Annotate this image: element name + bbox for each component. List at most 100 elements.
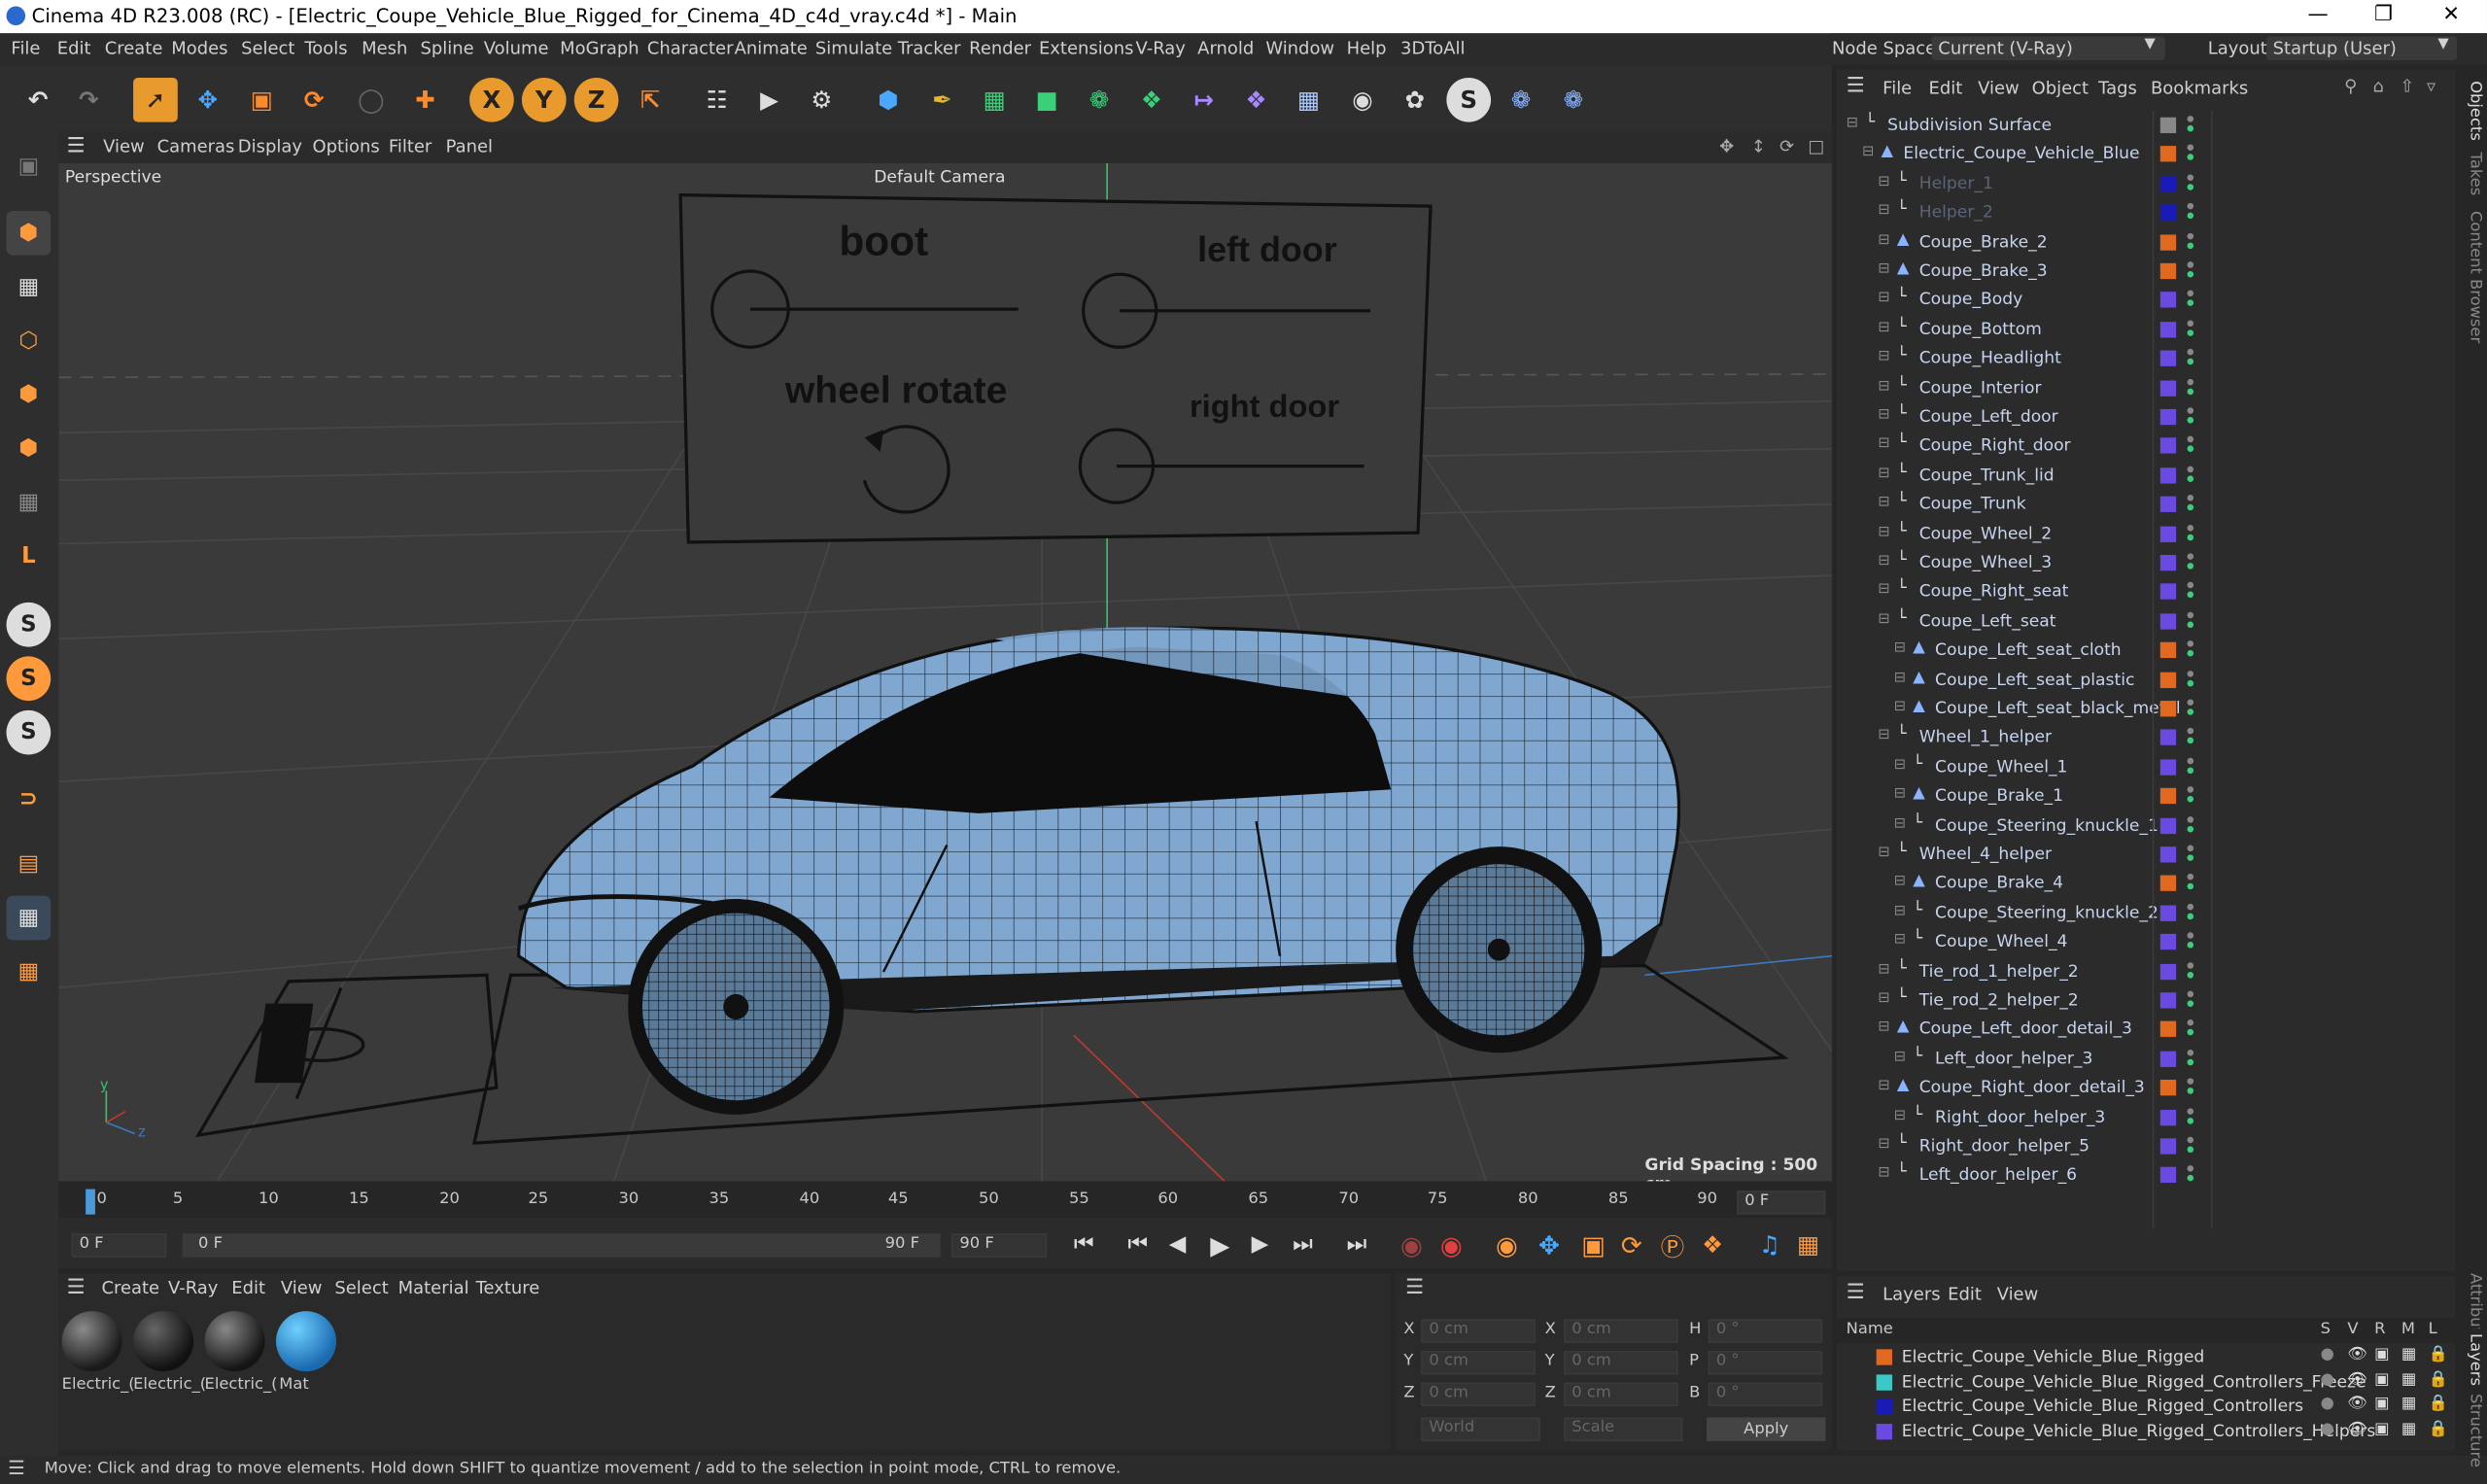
material-swatch[interactable]: Mat [275, 1311, 339, 1398]
obj-menu-bookmarks[interactable]: Bookmarks [2151, 78, 2248, 98]
magnet-icon[interactable]: ⊃ [7, 777, 52, 821]
expand-icon[interactable]: ⊟ [1878, 349, 1889, 364]
object-row[interactable]: ⊟ ▲ Coupe_Left_seat_plastic [1837, 666, 2455, 695]
position-z-field[interactable]: 0 cm [1421, 1382, 1536, 1407]
expand-icon[interactable]: ⊟ [1894, 1050, 1906, 1065]
object-row[interactable]: ⊟ └ Coupe_Left_seat [1837, 606, 2455, 636]
axis-mode-icon[interactable]: L [7, 535, 52, 579]
vray-icon[interactable]: S [1446, 77, 1492, 122]
expand-icon[interactable]: ⊟ [1878, 495, 1889, 510]
expand-icon[interactable]: ⊟ [1878, 174, 1889, 190]
object-row[interactable]: ⊟ └ Coupe_Body [1837, 286, 2455, 315]
menu-vray[interactable]: V-Ray [1136, 38, 1186, 58]
layer-manager-icon[interactable]: ▦ [2401, 1396, 2416, 1413]
object-row[interactable]: ⊟ └ Wheel_1_helper [1837, 724, 2455, 753]
visibility-dots[interactable] [2187, 932, 2194, 952]
visibility-dots[interactable] [2187, 320, 2194, 339]
object-row[interactable]: ⊟ ▲ Coupe_Brake_4 [1837, 870, 2455, 899]
up-icon[interactable]: ⇧ [2400, 76, 2414, 96]
close-icon[interactable]: ✕ [2442, 3, 2460, 26]
layer-color-swatch[interactable] [2159, 905, 2177, 921]
menu-extensions[interactable]: Extensions [1039, 38, 1133, 58]
tab-takes[interactable]: Takes [2459, 153, 2484, 208]
layer-color-swatch[interactable] [2159, 292, 2177, 309]
visibility-dots[interactable] [2187, 407, 2194, 427]
material-swatch[interactable]: Electric_( [61, 1311, 135, 1398]
layer-color-swatch[interactable] [2159, 437, 2177, 455]
object-row[interactable]: ⊟ └ Right_door_helper_5 [1837, 1132, 2455, 1161]
expand-icon[interactable]: ⊟ [1878, 1166, 1889, 1182]
layer-color-swatch[interactable] [2159, 701, 2177, 717]
visibility-dots[interactable] [2187, 903, 2194, 923]
object-row[interactable]: ⊟ └ Coupe_Wheel_3 [1837, 548, 2455, 577]
tab-objects[interactable]: Objects [2459, 81, 2484, 160]
vp-menu-cameras[interactable]: Cameras [157, 136, 235, 156]
object-row[interactable]: ⊟ └ Coupe_Wheel_4 [1837, 928, 2455, 957]
locked-workplane-icon[interactable]: ▦ [6, 895, 52, 941]
next-frame-icon[interactable]: ▶ [1252, 1232, 1269, 1258]
menu-create[interactable]: Create [105, 38, 163, 58]
expand-icon[interactable]: ⊟ [1878, 407, 1889, 423]
layer-color-swatch[interactable] [2159, 934, 2177, 950]
hamburger-icon[interactable]: ☰ [1405, 1276, 1424, 1299]
expand-icon[interactable]: ⊟ [1894, 640, 1906, 656]
layer-color-swatch[interactable] [2159, 321, 2177, 338]
layer-color-swatch[interactable] [2159, 583, 2177, 601]
layer-manager-icon[interactable]: ▦ [2401, 1420, 2416, 1437]
layer-col-solo[interactable]: S [2321, 1321, 2331, 1338]
menu-help[interactable]: Help [1347, 38, 1387, 58]
menu-animate[interactable]: Animate [735, 38, 808, 58]
rotate-tool-icon[interactable]: ⟳ [292, 78, 336, 122]
obj-menu-object[interactable]: Object [2032, 78, 2089, 98]
layer-color-swatch[interactable] [2159, 496, 2177, 513]
key-scale-icon[interactable]: ▣ [1581, 1230, 1606, 1260]
expand-icon[interactable]: ⊟ [1878, 1079, 1889, 1094]
layer-color-swatch[interactable] [2159, 788, 2177, 805]
x-axis-lock-icon[interactable]: X [469, 77, 514, 122]
planar-workplane-icon[interactable]: ▦ [7, 949, 52, 994]
layer-color-swatch[interactable] [1876, 1373, 1892, 1391]
object-row[interactable]: ⊟ └ Coupe_Right_door [1837, 431, 2455, 461]
layer-lock-icon[interactable]: 🔒 [2429, 1396, 2448, 1413]
object-row[interactable]: ⊟ ▲ Coupe_Brake_2 [1837, 227, 2455, 257]
vp-menu-view[interactable]: View [103, 136, 145, 156]
apply-button[interactable]: Apply [1707, 1417, 1826, 1441]
expand-icon[interactable]: ⊟ [1878, 582, 1889, 598]
expand-icon[interactable]: ⊟ [1847, 116, 1858, 131]
menu-character[interactable]: Character [647, 38, 734, 58]
expand-icon[interactable]: ⊟ [1878, 261, 1889, 277]
size-y-field[interactable]: 0 cm [1564, 1350, 1678, 1375]
recent-tool-icon[interactable]: ◯ [349, 78, 394, 122]
visibility-dots[interactable] [2187, 845, 2194, 865]
timeline-ruler[interactable]: 0 5 10 15 20 25 30 35 40 45 50 55 60 65 … [58, 1186, 1832, 1218]
visibility-dots[interactable] [2187, 349, 2194, 368]
expand-icon[interactable]: ⊟ [1878, 846, 1889, 861]
layer-col-manager[interactable]: M [2401, 1321, 2415, 1338]
python-icon[interactable]: ❁ [1499, 78, 1543, 122]
visibility-dots[interactable] [2187, 261, 2194, 281]
hamburger-icon[interactable]: ☰ [1847, 75, 1865, 98]
layer-color-swatch[interactable] [2159, 876, 2177, 892]
camera-label[interactable]: Default Camera [874, 168, 1005, 188]
mat-menu-texture[interactable]: Texture [476, 1278, 540, 1298]
menu-edit[interactable]: Edit [57, 38, 91, 58]
render-settings-icon[interactable]: ⚙ [800, 78, 845, 122]
object-row[interactable]: ⊟ ▲ Coupe_Brake_3 [1837, 257, 2455, 286]
object-row[interactable]: ⊟ └ Coupe_Trunk_lid [1837, 461, 2455, 490]
layer-solo-icon[interactable]: ● [2321, 1370, 2334, 1388]
menu-modes[interactable]: Modes [171, 38, 227, 58]
object-row[interactable]: ⊟ └ Coupe_Wheel_2 [1837, 519, 2455, 548]
layer-color-swatch[interactable] [2159, 262, 2177, 280]
layer-color-swatch[interactable] [2159, 117, 2177, 134]
expand-icon[interactable]: ⊟ [1878, 962, 1889, 978]
extrude-icon[interactable]: ■ [1024, 78, 1069, 122]
layer-row[interactable]: Electric_Coupe_Vehicle_Blue_Rigged ● 👁 ▣ ▦ 🔒 [1837, 1344, 2455, 1368]
visibility-dots[interactable] [2187, 116, 2194, 135]
menu-spline[interactable]: Spline [420, 38, 473, 58]
object-row[interactable]: ⊟ └ Coupe_Headlight [1837, 344, 2455, 373]
light-icon[interactable]: ✿ [1393, 78, 1437, 122]
expand-icon[interactable]: ⊟ [1894, 786, 1906, 802]
menu-mograph[interactable]: MoGraph [560, 38, 639, 58]
visibility-dots[interactable] [2187, 582, 2194, 602]
expand-icon[interactable]: ⊟ [1894, 816, 1906, 832]
